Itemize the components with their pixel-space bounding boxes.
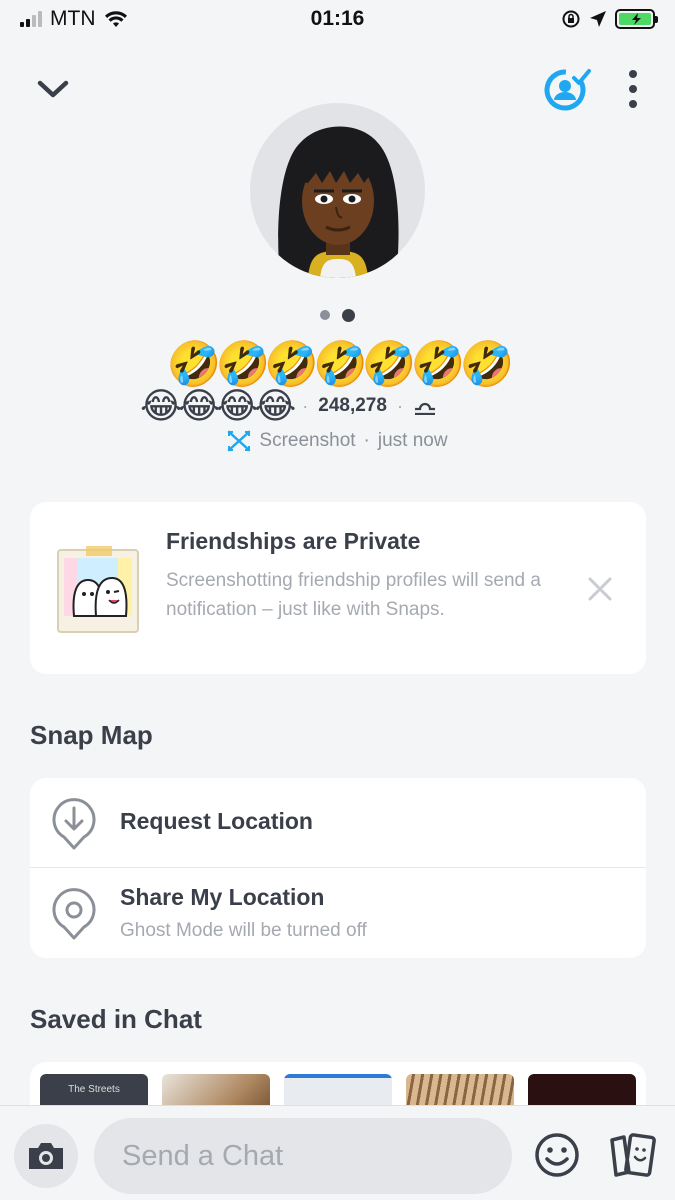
friendships-private-card: Friendships are Private Screenshotting f… [30, 502, 646, 674]
request-location-row[interactable]: Request Location [30, 778, 646, 868]
location-arrow-icon [590, 11, 606, 27]
chat-bar [0, 1105, 675, 1200]
snap-score[interactable]: 248,278 [318, 395, 387, 417]
chevron-down-icon [37, 80, 69, 98]
profile-pager[interactable] [0, 309, 675, 322]
send-chat-input[interactable] [94, 1118, 512, 1194]
add-to-story-button[interactable] [543, 64, 593, 114]
screenshot-time: just now [377, 430, 448, 451]
private-card-body: Screenshotting friendship profiles will … [166, 570, 541, 620]
libra-icon[interactable] [413, 397, 437, 415]
more-options-button[interactable] [615, 66, 651, 112]
screenshot-separator: · [363, 430, 370, 451]
saved-thumb-label: The Streets [68, 1084, 120, 1095]
story-check-icon [544, 69, 591, 111]
screenshot-label: Screenshot [259, 430, 356, 451]
smiley-icon[interactable] [534, 1132, 580, 1178]
status-bar: MTN 01:16 [0, 0, 675, 38]
share-location-row[interactable]: Share My Location Ghost Mode will be tur… [30, 868, 646, 958]
status-left: MTN [20, 7, 128, 31]
username: 😂😂😂😂 [140, 385, 296, 426]
battery-icon [615, 9, 658, 29]
meta-separator: · [302, 395, 309, 416]
display-name: 🤣🤣🤣🤣🤣🤣🤣 [166, 340, 515, 389]
camera-icon [29, 1143, 63, 1169]
share-location-label: Share My Location [120, 884, 325, 910]
snap-map-title: Snap Map [30, 720, 153, 750]
close-icon[interactable] [585, 574, 615, 604]
ghost-mode-note: Ghost Mode will be turned off [120, 920, 367, 941]
ghost-friends-polaroid-icon [57, 546, 139, 633]
camera-button[interactable] [14, 1124, 78, 1188]
signal-icon [20, 11, 42, 27]
request-location-label: Request Location [120, 808, 313, 834]
private-card-title: Friendships are Private [166, 528, 421, 554]
bitmoji-avatar[interactable] [250, 103, 425, 278]
pager-dot-active[interactable] [342, 309, 355, 322]
sticker-cards-icon[interactable] [606, 1132, 656, 1178]
profile-meta: 😂😂😂😂 · 248,278 · [140, 385, 540, 426]
screenshot-notice: Screenshot · just now [0, 430, 675, 452]
pager-dot[interactable] [320, 310, 330, 320]
screenshot-icon [228, 430, 251, 452]
wifi-icon [104, 11, 127, 27]
snap-map-card: Request Location Share My Location Ghost… [30, 778, 646, 958]
saved-in-chat-title: Saved in Chat [30, 1004, 202, 1034]
location-pin-icon [52, 888, 96, 940]
back-button[interactable] [30, 66, 76, 112]
download-pin-icon [52, 798, 96, 850]
meta-separator-2: · [396, 395, 403, 416]
orientation-lock-icon [562, 10, 580, 28]
avatar-illustration [278, 126, 399, 278]
status-right [561, 9, 658, 29]
carrier-label: MTN [50, 7, 96, 30]
